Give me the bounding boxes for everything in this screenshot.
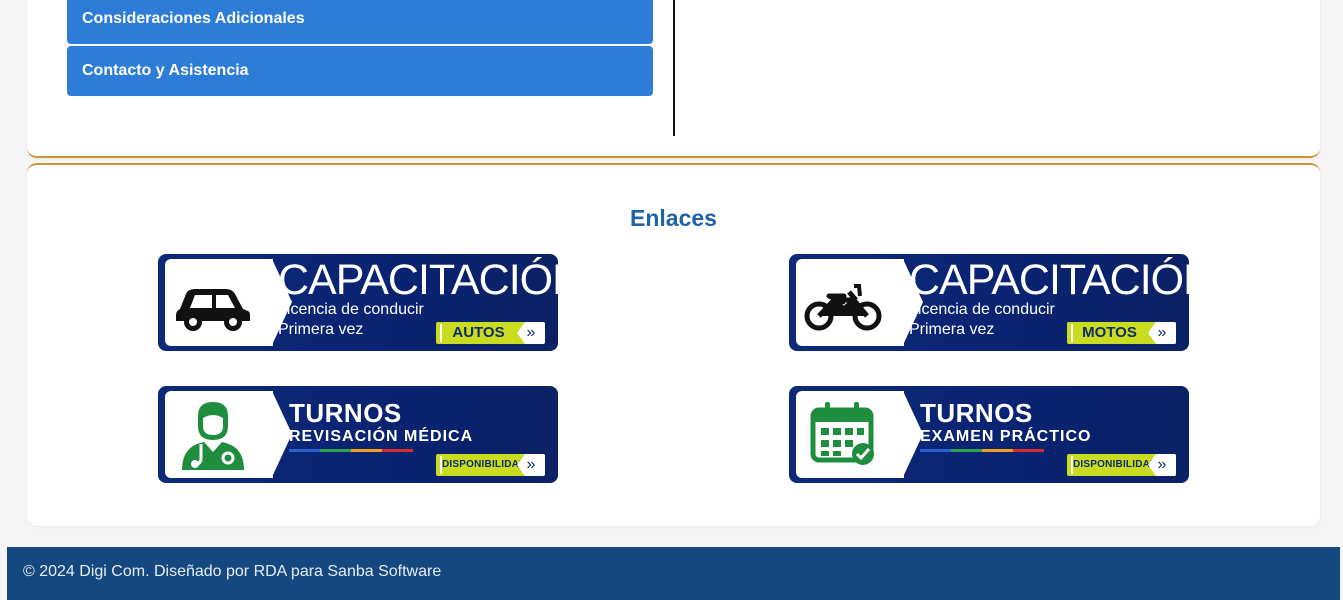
banner-tag: AUTOS » [436,322,545,344]
banner-heading: CAPACITACIÓN [278,256,558,304]
color-stripes [920,449,1044,452]
vertical-divider [673,0,675,136]
banner-tag: DISPONIBILIDAD » [436,454,545,476]
banner-heading: TURNOS [920,398,1033,428]
banner-heading: TURNOS [289,398,402,428]
banner-line2: Primera vez [278,321,364,338]
double-chevron-right-icon: » [1148,454,1176,476]
banner-turnos-revisacion-medica[interactable]: TURNOS REVISACIÓN MÉDICA DISPONIBILIDAD … [158,386,558,483]
menu-button-consideraciones[interactable]: Consideraciones Adicionales [67,0,653,44]
banner-capacitacion-autos[interactable]: CAPACITACIÓN Licencia de conducir Primer… [158,254,558,351]
banner-line1: Licencia de conducir [909,301,1055,318]
banner-capacitacion-motos[interactable]: CAPACITACIÓN Licencia de conducir Primer… [789,254,1189,351]
banner-line2: Primera vez [909,321,995,338]
banner-turnos-examen-practico[interactable]: TURNOS EXAMEN PRÁCTICO DISPONIBILIDAD » [789,386,1189,483]
banner-heading: CAPACITACIÓN [909,256,1189,304]
double-chevron-right-icon: » [1148,322,1176,344]
motorcycle-icon [804,284,882,331]
car-icon [176,289,250,331]
double-chevron-right-icon: » [517,322,545,344]
banner-line1: EXAMEN PRÁCTICO [920,428,1092,445]
info-card: Consideraciones Adicionales Contacto y A… [27,0,1320,158]
calendar-check-icon [810,402,874,465]
footer: © 2024 Digi Com. Diseñado por RDA para S… [7,547,1340,600]
menu-button-contacto[interactable]: Contacto y Asistencia [67,46,653,96]
section-title: Enlaces [630,205,717,231]
banner-line1: Licencia de conducir [278,301,424,318]
color-stripes [289,449,413,452]
double-chevron-right-icon: » [517,454,545,476]
banner-tag: DISPONIBILIDAD » [1067,454,1176,476]
footer-text: © 2024 Digi Com. Diseñado por RDA para S… [23,563,442,580]
banner-line1: REVISACIÓN MÉDICA [289,428,474,445]
links-section: Enlaces CAPACITACIÓN Licencia de conduci… [27,163,1320,526]
banner-tag: MOTOS » [1067,322,1176,344]
doctor-icon [182,402,244,470]
